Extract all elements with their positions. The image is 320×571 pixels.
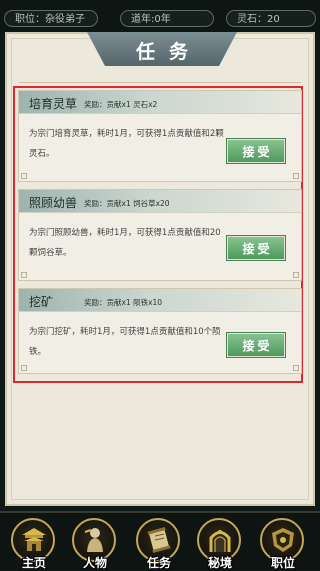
task-description: 为宗门照顾幼兽，耗时1月，可获得1点贡献值和20颗饲谷草。 xyxy=(29,228,221,258)
status-bar: 职位：杂役弟子 道年:0年 灵石：20 xyxy=(0,0,320,34)
corner-ornament xyxy=(293,173,299,179)
nav-home[interactable]: 主页 xyxy=(10,518,58,570)
task-description: 为宗门挖矿，耗时1月，可获得1点贡献值和10个陨铁。 xyxy=(29,327,221,357)
task-reward: 奖励：贡献x1 灵石x2 xyxy=(84,100,158,109)
task-reward: 奖励：贡献x1 陨铁x10 xyxy=(84,298,163,307)
task-card-header: 培育灵草 奖励：贡献x1 灵石x2 xyxy=(19,91,301,114)
nav-label: 任务 xyxy=(146,556,171,570)
panel-title: 任务 xyxy=(135,41,202,63)
accept-button[interactable]: 接受 xyxy=(226,235,286,261)
nav-secret-realm[interactable]: 秘境 xyxy=(196,518,244,570)
task-card-mining: 挖矿 奖励：贡献x1 陨铁x10 为宗门挖矿，耗时1月，可获得1点贡献值和10个… xyxy=(18,288,302,374)
task-card-header: 照顾幼兽 奖励：贡献x1 饲谷草x20 xyxy=(19,190,301,213)
task-name: 挖矿 xyxy=(29,295,54,309)
palace-icon xyxy=(22,528,46,551)
corner-ornament xyxy=(293,272,299,278)
nav-position[interactable]: 职位 xyxy=(259,518,307,570)
corner-ornament xyxy=(21,365,27,371)
age-display: 道年:0年 xyxy=(120,10,214,27)
accept-button[interactable]: 接受 xyxy=(226,138,286,164)
crest-icon xyxy=(272,528,294,552)
nav-label: 主页 xyxy=(21,556,46,570)
accept-button[interactable]: 接受 xyxy=(226,332,286,358)
task-name: 照顾幼兽 xyxy=(29,196,78,210)
scroll-icon xyxy=(147,527,171,553)
spirit-stones-display: 灵石：20 xyxy=(226,10,316,27)
corner-ornament xyxy=(293,365,299,371)
task-name: 培育灵草 xyxy=(29,97,78,111)
nav-character[interactable]: 人物 xyxy=(71,518,119,570)
task-description: 为宗门培育灵草，耗时1月，可获得1点贡献值和2颗灵石。 xyxy=(29,129,224,159)
nav-label: 职位 xyxy=(270,556,295,570)
task-reward: 奖励：贡献x1 饲谷草x20 xyxy=(84,199,170,208)
divider xyxy=(19,82,301,83)
nav-label: 秘境 xyxy=(207,556,232,570)
nav-tasks[interactable]: 任务 xyxy=(135,518,183,570)
bottom-nav: 主页 人物 任务 秘境 职位 xyxy=(0,511,320,570)
task-card-cultivate-herbs: 培育灵草 奖励：贡献x1 灵石x2 为宗门培育灵草，耗时1月，可获得1点贡献值和… xyxy=(18,90,302,182)
task-card-header: 挖矿 奖励：贡献x1 陨铁x10 xyxy=(19,289,301,312)
corner-ornament xyxy=(21,173,27,179)
gate-icon xyxy=(209,530,231,552)
nav-label: 人物 xyxy=(82,556,107,570)
character-icon xyxy=(84,528,103,552)
corner-ornament xyxy=(21,272,27,278)
task-card-tend-beasts: 照顾幼兽 奖励：贡献x1 饲谷草x20 为宗门照顾幼兽，耗时1月，可获得1点贡献… xyxy=(18,189,302,281)
position-display: 职位：杂役弟子 xyxy=(4,10,98,27)
